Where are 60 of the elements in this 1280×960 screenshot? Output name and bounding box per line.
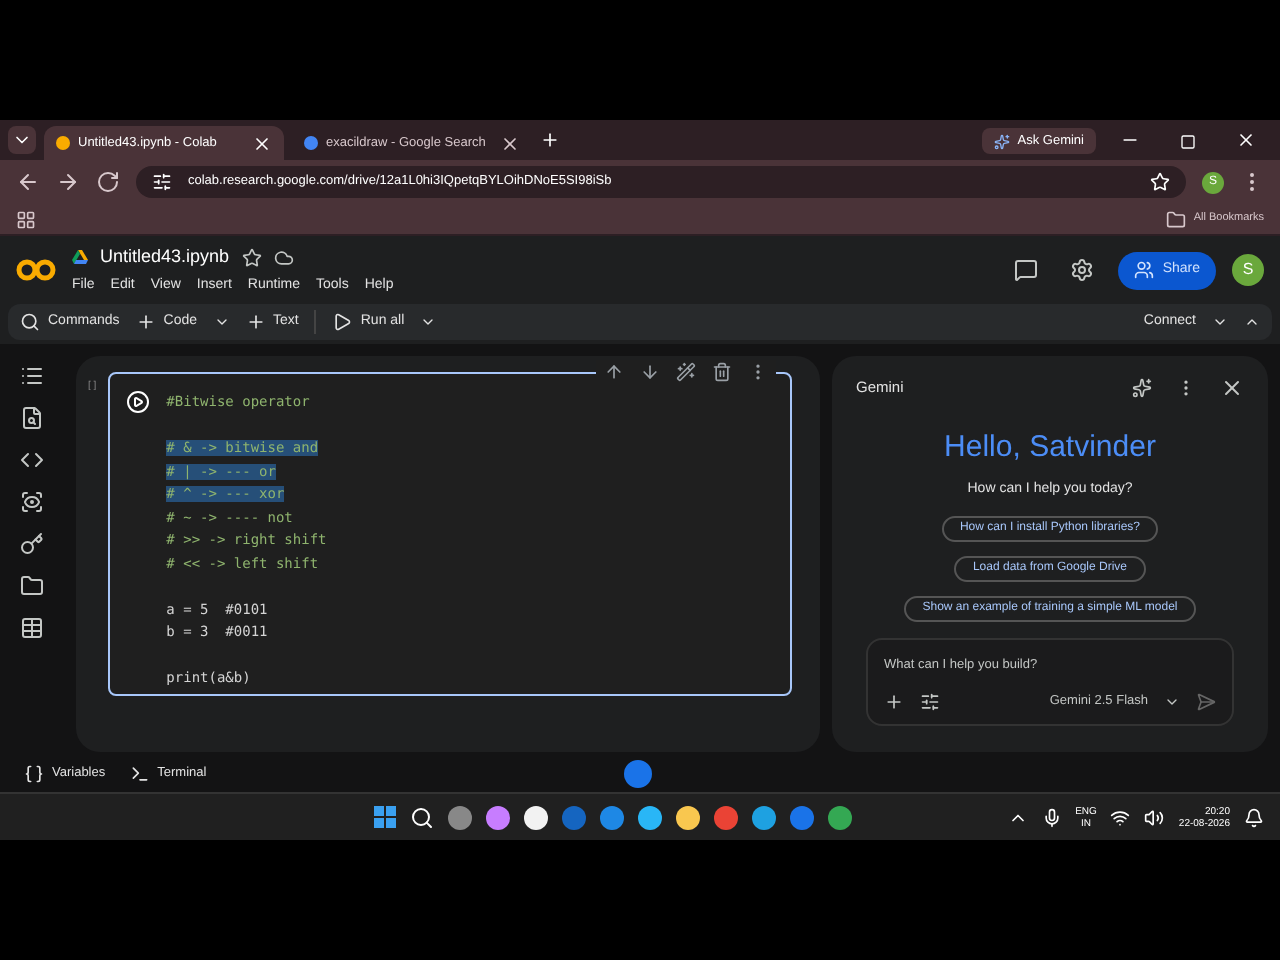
plus-icon[interactable]: [540, 130, 560, 150]
eye-icon[interactable]: [20, 490, 44, 514]
key-icon[interactable]: [20, 532, 44, 556]
braces-icon: [24, 764, 44, 784]
collapse-icon[interactable]: [1244, 314, 1260, 330]
back-icon[interactable]: [16, 170, 40, 194]
speaker-icon[interactable]: [1144, 807, 1165, 827]
close-icon[interactable]: [1236, 130, 1256, 150]
close-icon[interactable]: [500, 133, 520, 153]
cloud-icon: [273, 247, 294, 268]
microphone-icon[interactable]: [1041, 807, 1062, 827]
plus-icon[interactable]: [884, 691, 904, 712]
caret-icon[interactable]: [420, 314, 437, 330]
colab-logo-icon: [16, 258, 56, 282]
apps-icon[interactable]: [16, 209, 36, 229]
move-up-icon[interactable]: [604, 362, 625, 382]
notebook-title[interactable]: Untitled43.ipynb: [100, 244, 230, 271]
plus-icon: [245, 312, 266, 332]
taskbar-app-icon[interactable]: [676, 805, 700, 829]
run-cell-icon[interactable]: [126, 390, 151, 414]
tools-icon[interactable]: [920, 691, 940, 712]
star-icon[interactable]: [241, 247, 262, 268]
close-icon[interactable]: [1220, 376, 1244, 400]
greeting: Hello, Satvinder: [944, 428, 1156, 468]
plus-icon: [135, 312, 156, 332]
settings-icon[interactable]: [1070, 258, 1095, 282]
delete-icon[interactable]: [712, 362, 733, 382]
play-icon: [332, 312, 353, 332]
search-icon[interactable]: [410, 805, 434, 829]
maximize-icon[interactable]: [1180, 134, 1196, 150]
people-icon: [1134, 260, 1155, 280]
reload-icon[interactable]: [96, 170, 120, 194]
send-icon[interactable]: [1196, 691, 1216, 712]
wifi-icon[interactable]: [1110, 807, 1131, 827]
caret-icon[interactable]: [1212, 314, 1228, 330]
search-icon: [20, 312, 40, 332]
notification-icon[interactable]: [1244, 807, 1264, 827]
sparkle-icon: [993, 133, 1010, 149]
wand-icon[interactable]: [676, 362, 697, 382]
forward-icon[interactable]: [56, 170, 80, 194]
terminal-icon: [129, 764, 150, 784]
move-down-icon[interactable]: [640, 362, 661, 382]
colab-logo-icon: [56, 136, 70, 150]
taskbar-app-icon[interactable]: [752, 805, 776, 829]
taskbar-app-icon[interactable]: [486, 805, 510, 829]
drive-icon: [72, 250, 88, 265]
close-icon[interactable]: [252, 133, 272, 153]
windows-start-icon[interactable]: [374, 806, 396, 828]
code-icon[interactable]: [20, 448, 44, 472]
folder-icon[interactable]: [20, 574, 44, 598]
site-settings-icon: [152, 172, 172, 192]
comment-icon[interactable]: [1014, 258, 1039, 282]
caret-icon[interactable]: [213, 314, 230, 330]
table-icon[interactable]: [20, 616, 44, 640]
taskbar-app-icon[interactable]: [524, 805, 548, 829]
taskbar-app-icon[interactable]: [638, 805, 662, 829]
expand-icon[interactable]: [1132, 378, 1152, 398]
find-icon[interactable]: [20, 406, 44, 430]
gemini-fab-icon[interactable]: [624, 760, 652, 788]
folder-icon: [1165, 209, 1186, 229]
